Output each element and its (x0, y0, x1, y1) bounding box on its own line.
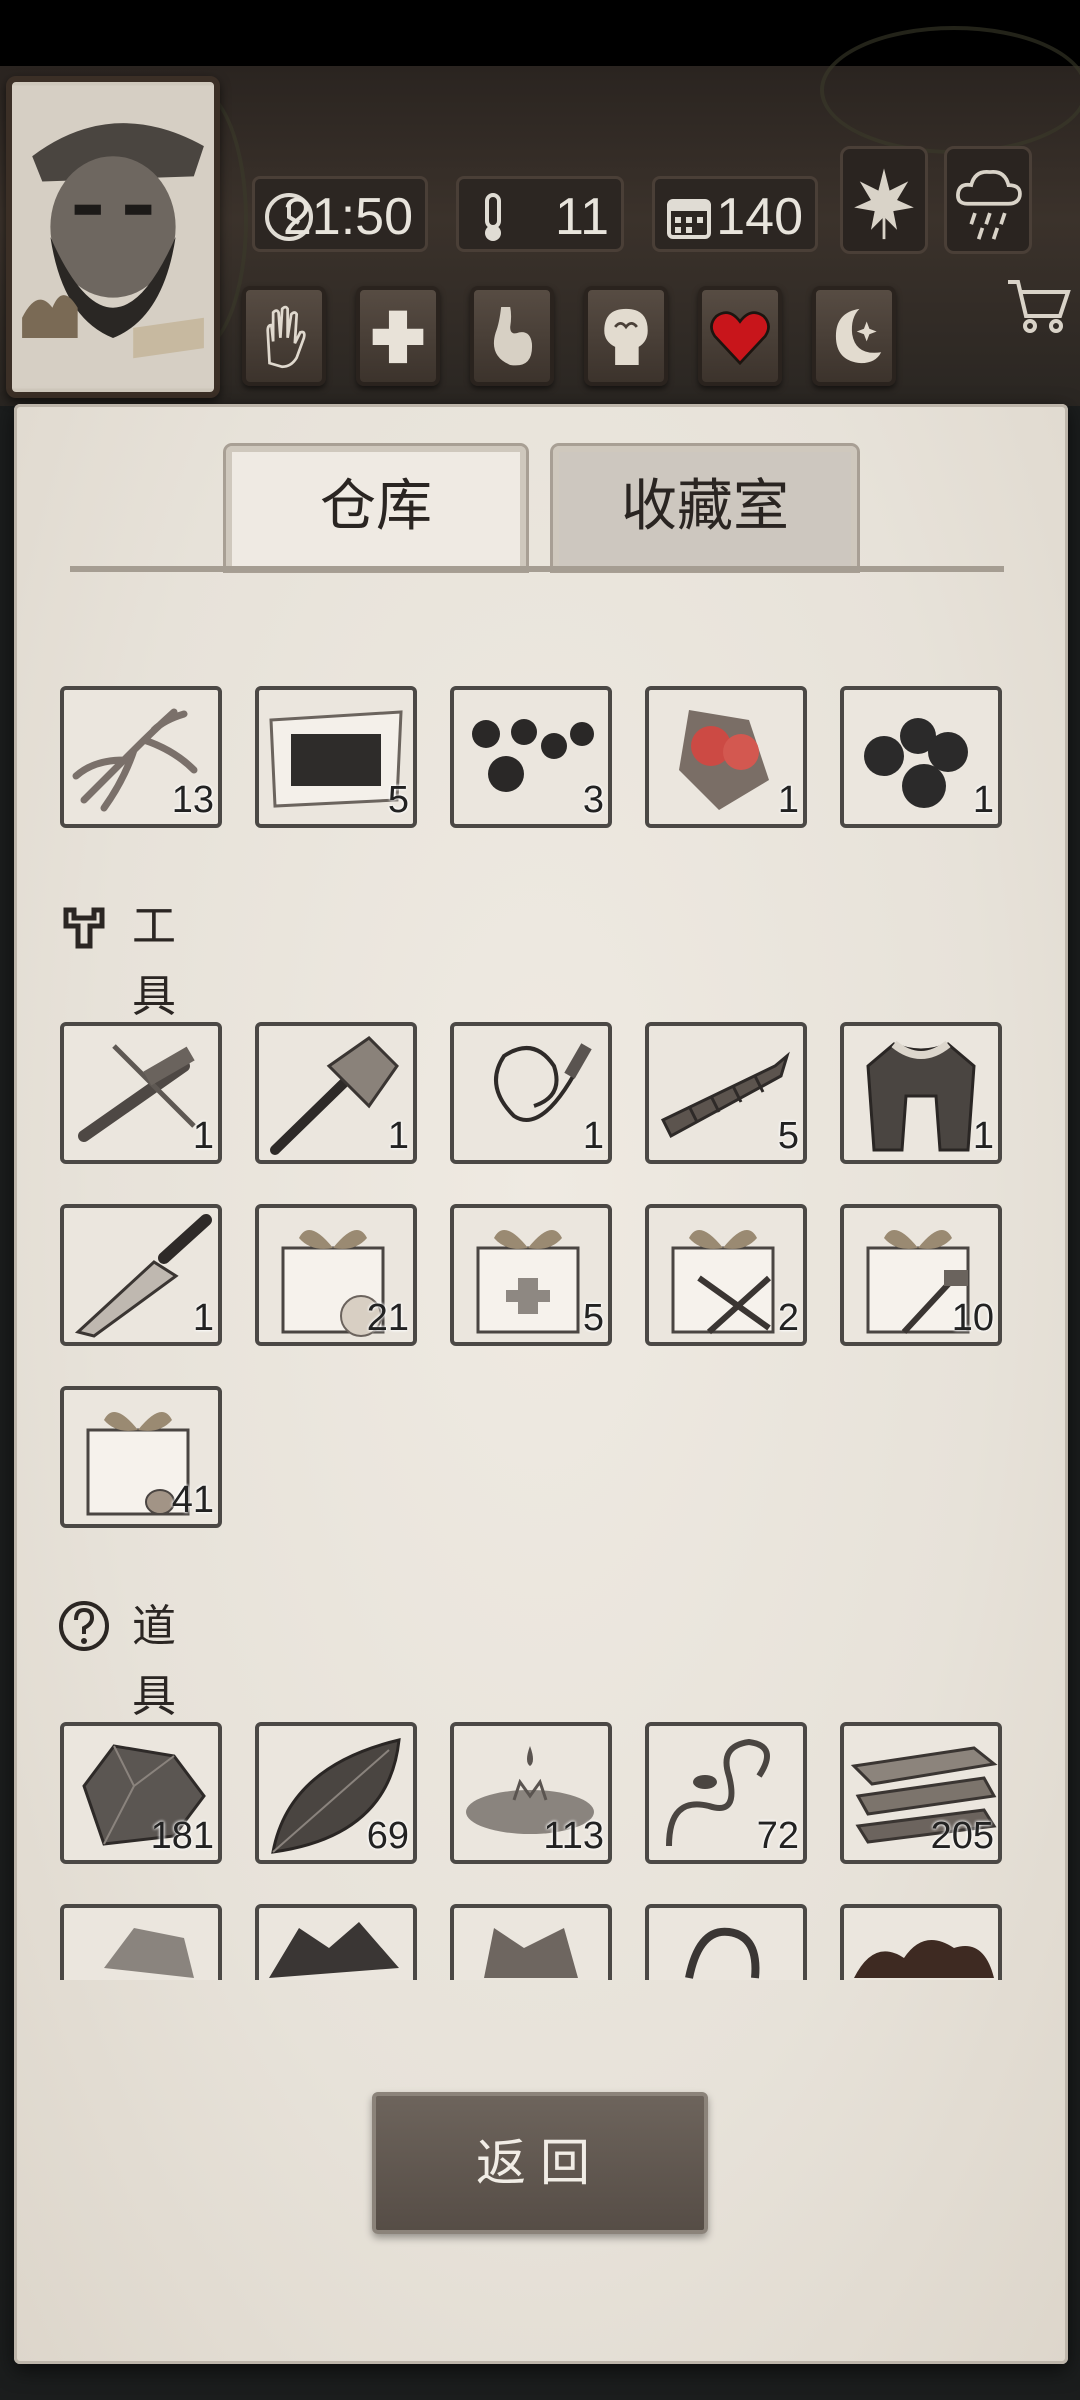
item-slot-ore-partial[interactable] (255, 1904, 417, 1980)
stomach-icon (493, 307, 533, 366)
item-slot-ginseng[interactable]: 13 (60, 686, 222, 828)
item-slot-fur-coat[interactable]: 1 (840, 1022, 1002, 1164)
item-slot-gift-box-wood[interactable]: 41 (60, 1386, 222, 1528)
section-props-title: 道具 (132, 1601, 176, 1722)
time-value: 21:50 (282, 188, 413, 246)
day-counter: 140 (652, 176, 818, 252)
back-button[interactable]: 返回 (372, 2092, 708, 2234)
item-count: 5 (777, 1115, 799, 1157)
item-slot-hunting-knife[interactable]: 1 (60, 1204, 222, 1346)
section-tools-title: 工具 (132, 901, 176, 1022)
hand-status-button[interactable] (242, 286, 326, 386)
cart-icon (1008, 280, 1071, 333)
item-slot-black-berries[interactable]: 1 (840, 686, 1002, 828)
rain-weather-button[interactable] (944, 146, 1032, 254)
mud-icon (854, 1940, 994, 1978)
item-count: 1 (777, 779, 799, 821)
item-slot-gift-box-food[interactable]: 21 (255, 1204, 417, 1346)
item-count: 5 (582, 1297, 604, 1339)
item-count: 3 (582, 779, 604, 821)
question-mark-icon (59, 1601, 109, 1651)
item-slot-whip[interactable]: 1 (450, 1022, 612, 1164)
item-slot-drill-bit[interactable]: 5 (645, 1022, 807, 1164)
temperature-value: 11 (555, 188, 609, 246)
sleep-status-button[interactable] (812, 286, 896, 386)
item-slot-gift-box-tools[interactable]: 10 (840, 1204, 1002, 1346)
item-count: 10 (951, 1297, 994, 1339)
tab-warehouse[interactable]: 仓库 (226, 446, 526, 570)
heart-status-button[interactable] (698, 286, 782, 386)
item-slot-leaf[interactable]: 69 (255, 1722, 417, 1864)
scroll-clip-region (40, 1900, 1040, 1980)
item-slot-red-berries[interactable]: 1 (645, 686, 807, 828)
item-count: 113 (543, 1815, 604, 1857)
item-count: 72 (756, 1815, 799, 1857)
item-slot-wood-planks[interactable]: 205 (840, 1722, 1002, 1864)
rope-icon (685, 1927, 760, 1979)
head-brain-icon (604, 308, 648, 365)
calendar-icon (667, 199, 711, 239)
tab-divider (70, 566, 1004, 572)
item-slot-crossbow[interactable]: 1 (60, 1022, 222, 1164)
item-slot-axe[interactable]: 1 (255, 1022, 417, 1164)
item-count: 1 (387, 1115, 409, 1157)
clock-display: 21:50 (252, 176, 428, 252)
item-slot-charcoal-paper[interactable]: 5 (255, 686, 417, 828)
moon-icon (835, 308, 882, 364)
temperature-display: 11 (456, 176, 624, 252)
item-slot-vine[interactable]: 72 (645, 1722, 807, 1864)
hunger-status-button[interactable] (470, 286, 554, 386)
day-value: 140 (716, 188, 803, 246)
item-slot-hide-partial[interactable] (450, 1904, 612, 1980)
item-count: 1 (192, 1297, 214, 1339)
mind-status-button[interactable] (584, 286, 668, 386)
health-status-button[interactable] (356, 286, 440, 386)
item-count: 1 (972, 1115, 994, 1157)
leaf-icon (854, 168, 914, 240)
wrench-icon (63, 907, 105, 949)
item-slot-black-pills[interactable]: 3 (450, 686, 612, 828)
item-count: 2 (777, 1297, 799, 1339)
bearded-man-avatar (12, 85, 214, 389)
thermometer-icon (485, 193, 501, 241)
item-count: 5 (387, 779, 409, 821)
tab-collection-room[interactable]: 收藏室 (553, 446, 857, 570)
character-portrait[interactable] (6, 76, 220, 398)
item-count: 205 (930, 1815, 994, 1857)
item-count: 1 (972, 779, 994, 821)
item-slot-gift-box-medical[interactable]: 5 (450, 1204, 612, 1346)
item-slot-stone[interactable]: 181 (60, 1722, 222, 1864)
item-count: 1 (192, 1115, 214, 1157)
rock-icon (104, 1928, 194, 1978)
shop-cart-button[interactable] (1004, 270, 1074, 340)
leaf-weather-button[interactable] (840, 146, 928, 254)
item-count: 1 (582, 1115, 604, 1157)
item-count: 181 (150, 1815, 214, 1857)
item-count: 69 (366, 1815, 409, 1857)
item-count: 41 (171, 1479, 214, 1521)
ore-icon (269, 1922, 399, 1978)
item-slot-gift-box-weapons[interactable]: 2 (645, 1204, 807, 1346)
item-slot-rock-partial[interactable] (60, 1904, 222, 1980)
item-slot-rope-partial[interactable] (645, 1904, 807, 1980)
medical-cross-icon (372, 310, 424, 364)
item-count: 13 (171, 779, 214, 821)
heart-icon (710, 311, 770, 366)
item-count: 21 (366, 1297, 409, 1339)
item-slot-water[interactable]: 113 (450, 1722, 612, 1864)
item-slot-mud-partial[interactable] (840, 1904, 1002, 1980)
hand-icon (266, 305, 306, 369)
animal-hide-icon (484, 1928, 578, 1978)
vine-decoration (820, 26, 1080, 154)
rain-cloud-icon (956, 169, 1022, 240)
